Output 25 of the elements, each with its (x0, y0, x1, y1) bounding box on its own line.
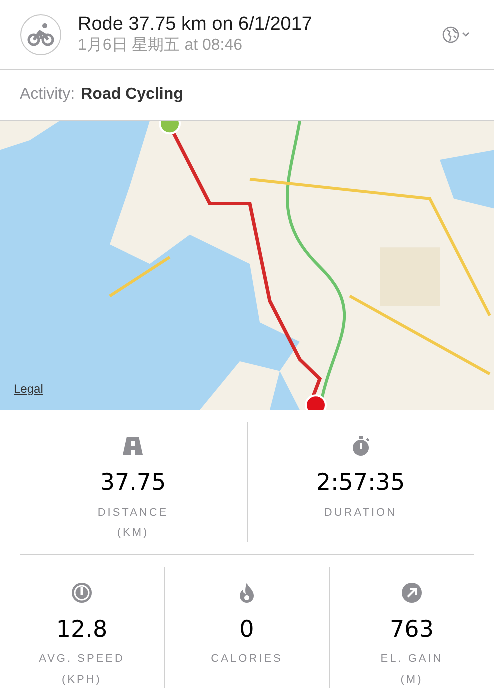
globe-icon (442, 26, 460, 44)
stat-unit: (KM) (117, 526, 150, 541)
stat-value: 2:57:35 (316, 469, 406, 498)
activity-label: Activity: (20, 84, 76, 105)
chevron-down-icon (462, 32, 470, 38)
stat-value: 37.75 (100, 469, 166, 498)
stat-label: EL. GAIN (380, 652, 444, 667)
stat-label: DISTANCE (98, 506, 169, 520)
activity-title: Rode 37.75 km on 6/1/2017 (78, 12, 314, 36)
stat-value: 12.8 (56, 616, 108, 644)
stat-value: 763 (390, 616, 434, 644)
gauge-icon (70, 582, 93, 604)
stat-label: AVG. SPEED (39, 652, 125, 667)
road-icon (122, 435, 144, 457)
activity-date: 1月6日 星期五 at 08:46 (78, 36, 244, 56)
flame-icon (238, 582, 255, 604)
stat-label: CALORIES (211, 652, 283, 667)
stat-label: DURATION (324, 506, 398, 520)
stat-unit: (KPH) (62, 672, 102, 688)
privacy-dropdown[interactable] (442, 26, 470, 44)
activity-type: Road Cycling (81, 84, 184, 105)
cyclist-icon (20, 14, 62, 56)
stat-unit: (M) (400, 672, 424, 688)
legal-link[interactable]: Legal (14, 380, 44, 398)
stat-value: 0 (240, 616, 254, 644)
